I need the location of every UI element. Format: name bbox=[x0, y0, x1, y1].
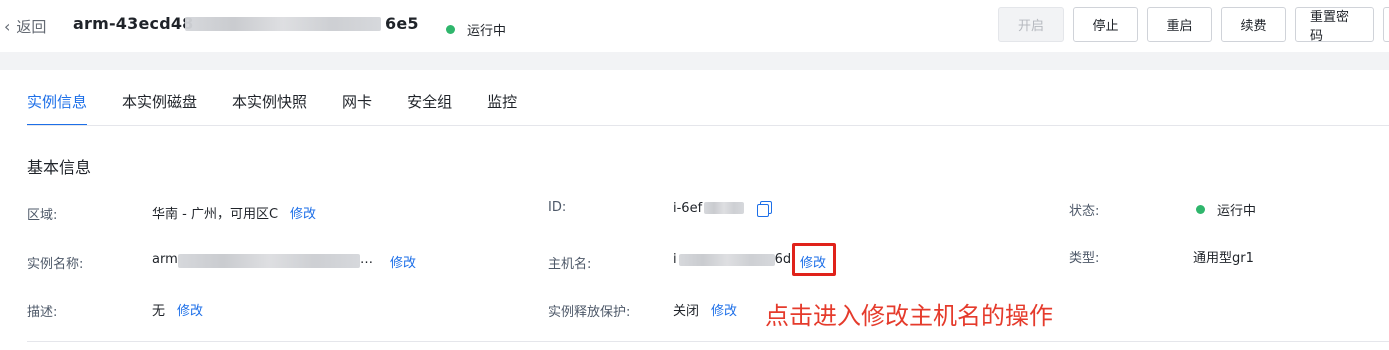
reset-password-button[interactable]: 重置密码 bbox=[1295, 7, 1374, 44]
id-label: ID: bbox=[548, 200, 567, 215]
edit-release-protection-link[interactable]: 修改 bbox=[711, 300, 737, 319]
start-button[interactable]: 开启 bbox=[998, 7, 1064, 42]
copy-icon[interactable] bbox=[756, 200, 773, 217]
chevron-left-icon: ‹ bbox=[4, 17, 11, 36]
instance-title-tail: 6e5 bbox=[385, 14, 419, 33]
status-row: 运行中 bbox=[1196, 200, 1256, 219]
hostname-value: i bbox=[673, 252, 677, 267]
hostname-row: i 6d bbox=[673, 252, 791, 267]
hostname-label: 主机名: bbox=[548, 257, 592, 272]
back-button[interactable]: ‹ 返回 bbox=[4, 16, 46, 37]
description-value: 无 bbox=[152, 304, 166, 319]
instance-name-row: arm bbox=[152, 252, 178, 267]
region-label: 区域: bbox=[27, 208, 58, 223]
instance-title-text: arm-43ecd48 bbox=[73, 14, 194, 33]
edit-instance-name-row: 修改 bbox=[390, 252, 416, 271]
edit-region-link[interactable]: 修改 bbox=[290, 203, 316, 222]
id-row: i-6ef bbox=[673, 200, 773, 217]
release-protection-label: 实例释放保护: bbox=[548, 305, 631, 320]
region-value-row: 华南 - 广州，可用区C 修改 bbox=[152, 203, 316, 222]
id-value: i-6ef bbox=[673, 200, 703, 216]
tab-monitoring[interactable]: 监控 bbox=[487, 91, 517, 126]
restart-button[interactable]: 重启 bbox=[1147, 7, 1212, 42]
status-label: 状态: bbox=[1069, 204, 1100, 219]
section-title: 基本信息 bbox=[27, 158, 92, 177]
tab-network-card[interactable]: 网卡 bbox=[342, 91, 372, 126]
instance-title-tail-text: 6e5 bbox=[385, 14, 419, 33]
release-protection-value: 关闭 bbox=[673, 304, 700, 319]
tab-instance-snapshots[interactable]: 本实例快照 bbox=[232, 91, 307, 126]
description-row: 无 修改 bbox=[152, 300, 203, 319]
edit-instance-name-link[interactable]: 修改 bbox=[390, 252, 416, 271]
redacted-mask bbox=[185, 17, 381, 31]
edit-description-link[interactable]: 修改 bbox=[177, 300, 203, 319]
highlight-box bbox=[792, 243, 836, 276]
redacted-mask bbox=[678, 253, 775, 266]
more-button-partial[interactable] bbox=[1383, 7, 1389, 42]
tab-instance-info[interactable]: 实例信息 bbox=[27, 91, 88, 126]
redacted-mask bbox=[704, 202, 745, 214]
renew-button[interactable]: 续费 bbox=[1221, 7, 1286, 42]
type-value: 通用型gr1 bbox=[1193, 251, 1254, 266]
tabs-divider bbox=[27, 125, 1389, 126]
type-label: 类型: bbox=[1069, 251, 1100, 266]
action-toolbar: 开启 停止 重启 续费 重置密码 bbox=[998, 7, 1389, 44]
status-dot-icon bbox=[1196, 205, 1205, 214]
redacted-mask bbox=[178, 254, 360, 268]
status-value: 运行中 bbox=[1217, 204, 1257, 219]
release-protection-row: 关闭 修改 bbox=[673, 300, 737, 319]
instance-header: ‹ 返回 arm-43ecd48 6e5 运行中 开启 停止 重启 续费 重置密… bbox=[0, 0, 1389, 52]
region-value: 华南 - 广州，可用区C bbox=[152, 207, 279, 222]
instance-name-label: 实例名称: bbox=[27, 257, 84, 272]
description-label: 描述: bbox=[27, 305, 58, 320]
instance-title: arm-43ecd48 bbox=[73, 14, 194, 33]
header-status: 运行中 bbox=[446, 20, 506, 39]
annotation-text: 点击进入修改主机名的操作 bbox=[765, 302, 1053, 330]
stop-button[interactable]: 停止 bbox=[1073, 7, 1138, 42]
instance-name-ellipsis: … bbox=[360, 252, 373, 267]
back-label: 返回 bbox=[16, 18, 47, 36]
tab-bar: 实例信息 本实例磁盘 本实例快照 网卡 安全组 监控 bbox=[27, 91, 552, 126]
header-status-text: 运行中 bbox=[467, 24, 507, 39]
status-dot-icon bbox=[446, 25, 455, 34]
tab-instance-disks[interactable]: 本实例磁盘 bbox=[122, 91, 197, 126]
bottom-divider bbox=[27, 341, 1389, 342]
tab-security-group[interactable]: 安全组 bbox=[407, 91, 452, 126]
hostname-value-tail: 6d bbox=[774, 252, 792, 267]
instance-name-value: arm bbox=[152, 252, 178, 267]
